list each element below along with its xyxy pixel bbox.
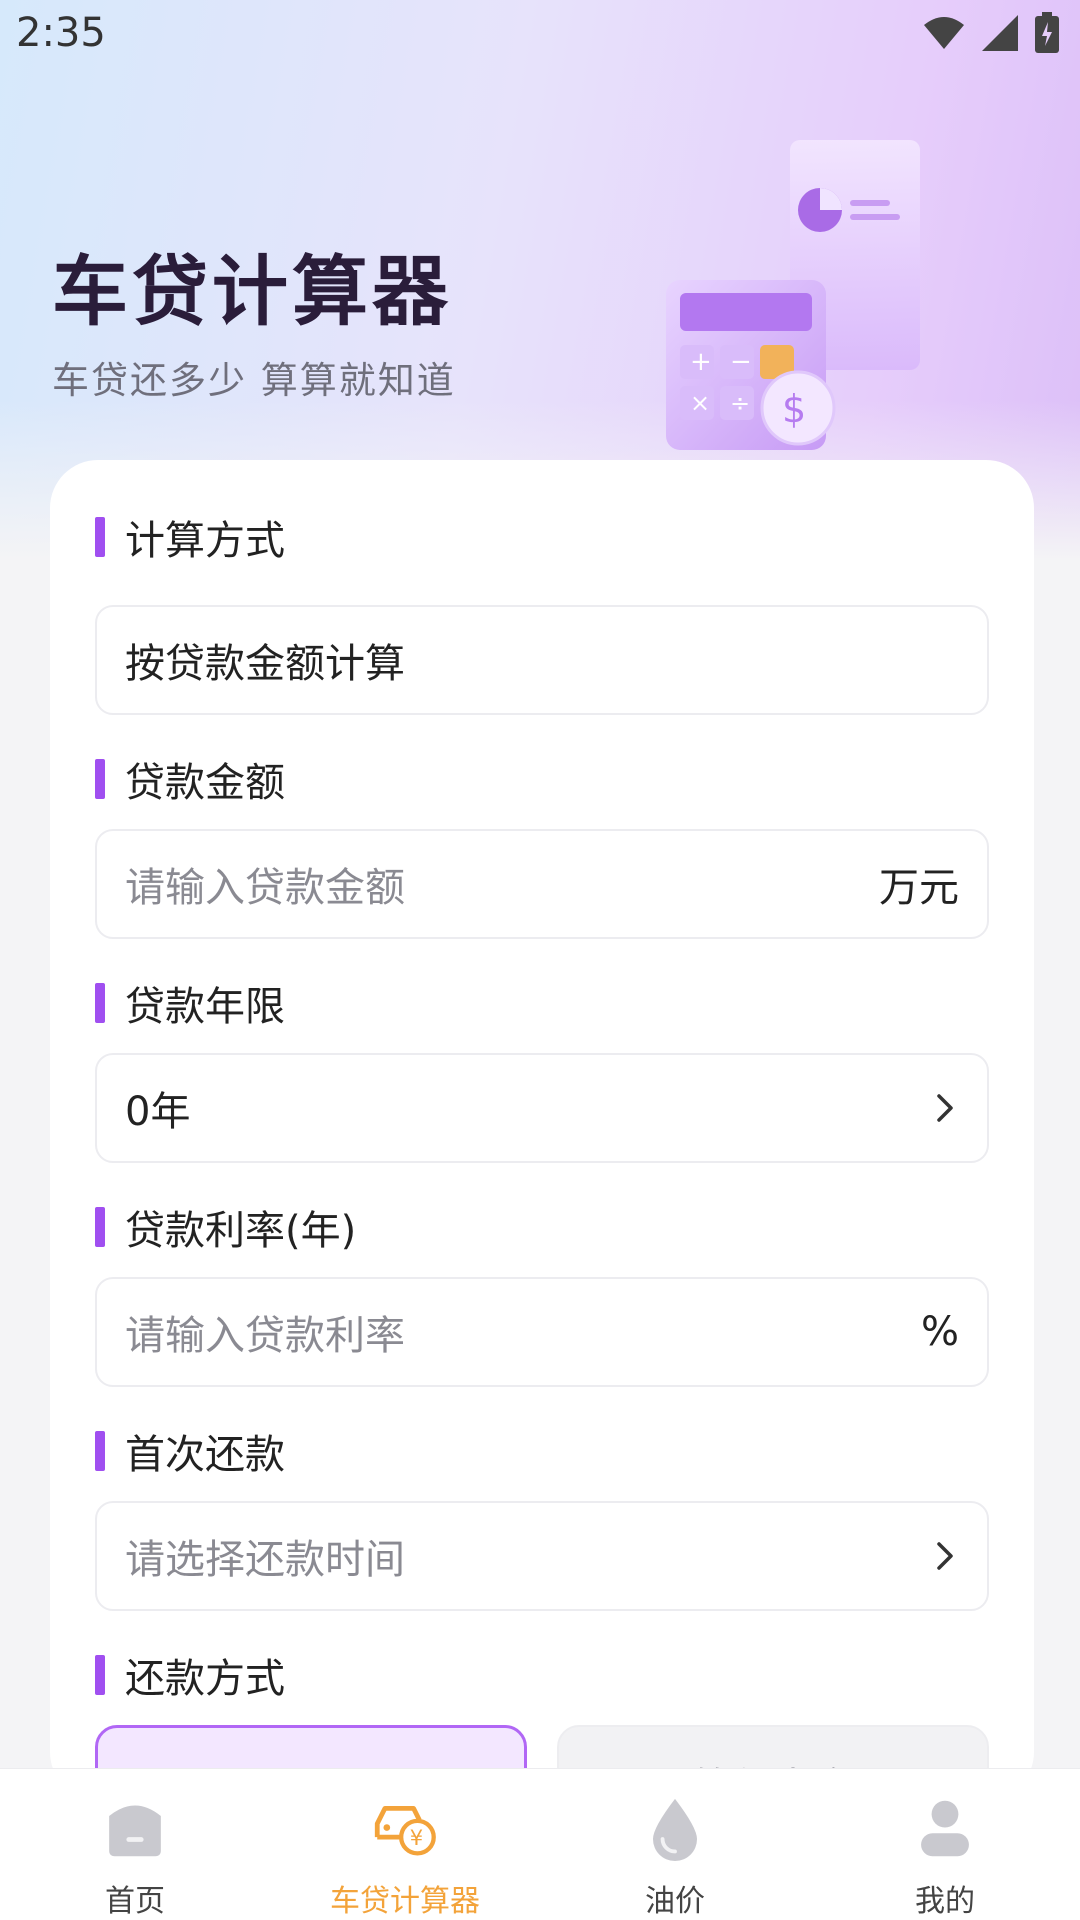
svg-text:+: + bbox=[690, 347, 712, 377]
car-loan-icon: ¥ bbox=[374, 1806, 436, 1856]
svg-text:×: × bbox=[690, 389, 710, 417]
svg-text:÷: ÷ bbox=[730, 389, 750, 417]
loan-amount-label: 贷款金额 bbox=[95, 750, 285, 808]
loan-term-value: 0年 bbox=[125, 1089, 191, 1135]
loan-rate-label-text: 贷款利率(年) bbox=[125, 1208, 357, 1254]
loan-amount-unit: 万元 bbox=[879, 865, 959, 911]
user-icon bbox=[921, 1800, 969, 1857]
nav-label-oil-price: 油价 bbox=[645, 1884, 705, 1919]
loan-term-label-text: 贷款年限 bbox=[125, 984, 285, 1030]
section-accent-bar bbox=[95, 1431, 105, 1471]
page-subtitle: 车贷还多少 算算就知道 bbox=[52, 359, 456, 402]
chevron-right-icon bbox=[937, 1542, 953, 1570]
first-payment-label: 首次还款 bbox=[95, 1422, 285, 1480]
status-time: 2:35 bbox=[16, 10, 106, 56]
nav-label-home: 首页 bbox=[105, 1884, 165, 1919]
calc-method-label: 计算方式 bbox=[95, 508, 285, 566]
nav-item-car-loan[interactable]: ¥ 车贷计算器 bbox=[270, 1769, 540, 1920]
section-accent-bar bbox=[95, 1207, 105, 1247]
calc-method-value: 按贷款金额计算 bbox=[125, 641, 405, 687]
loan-amount-placeholder: 请输入贷款金额 bbox=[125, 865, 405, 911]
loan-amount-input[interactable]: 请输入贷款金额 万元 bbox=[95, 829, 989, 939]
nav-item-mine[interactable]: 我的 bbox=[810, 1769, 1080, 1920]
repay-method-label-text: 还款方式 bbox=[125, 1656, 285, 1702]
loan-rate-placeholder: 请输入贷款利率 bbox=[125, 1313, 405, 1359]
nav-label-mine: 我的 bbox=[915, 1884, 975, 1919]
section-accent-bar bbox=[95, 983, 105, 1023]
oil-drop-icon bbox=[652, 1798, 698, 1862]
svg-text:$: $ bbox=[782, 387, 806, 431]
svg-text:−: − bbox=[730, 347, 752, 377]
nav-item-oil-price[interactable]: 油价 bbox=[540, 1769, 810, 1920]
signal-icon bbox=[982, 15, 1018, 51]
calc-method-label-text: 计算方式 bbox=[125, 518, 285, 564]
first-payment-placeholder: 请选择还款时间 bbox=[125, 1537, 405, 1583]
first-payment-label-text: 首次还款 bbox=[125, 1432, 285, 1478]
nav-label-car-loan: 车贷计算器 bbox=[330, 1884, 480, 1919]
calculator-illustration-icon: + − × ÷ $ bbox=[666, 140, 920, 450]
loan-rate-input[interactable]: 请输入贷款利率 % bbox=[95, 1277, 989, 1387]
page-title: 车贷计算器 bbox=[52, 247, 452, 336]
section-accent-bar bbox=[95, 759, 105, 799]
first-payment-select[interactable]: 请选择还款时间 bbox=[95, 1501, 989, 1611]
wifi-icon bbox=[924, 17, 964, 49]
loan-rate-unit: % bbox=[920, 1309, 959, 1355]
status-bar: 2:35 bbox=[0, 0, 1080, 70]
repay-method-label: 还款方式 bbox=[95, 1646, 285, 1704]
chevron-right-icon bbox=[937, 1094, 953, 1122]
bottom-nav: 首页 ¥ 车贷计算器 油价 我的 bbox=[0, 1768, 1080, 1920]
status-icons bbox=[922, 12, 1060, 54]
loan-rate-label: 贷款利率(年) bbox=[95, 1198, 356, 1256]
loan-term-select[interactable]: 0年 bbox=[95, 1053, 989, 1163]
calc-method-select[interactable]: 按贷款金额计算 bbox=[95, 605, 989, 715]
battery-icon bbox=[1035, 12, 1059, 53]
loan-amount-label-text: 贷款金额 bbox=[125, 760, 285, 806]
loan-term-label: 贷款年限 bbox=[95, 974, 285, 1032]
home-icon bbox=[109, 1805, 161, 1857]
section-accent-bar bbox=[95, 1655, 105, 1695]
svg-text:¥: ¥ bbox=[410, 1825, 423, 1850]
section-accent-bar bbox=[95, 517, 105, 557]
nav-item-home[interactable]: 首页 bbox=[0, 1769, 270, 1920]
